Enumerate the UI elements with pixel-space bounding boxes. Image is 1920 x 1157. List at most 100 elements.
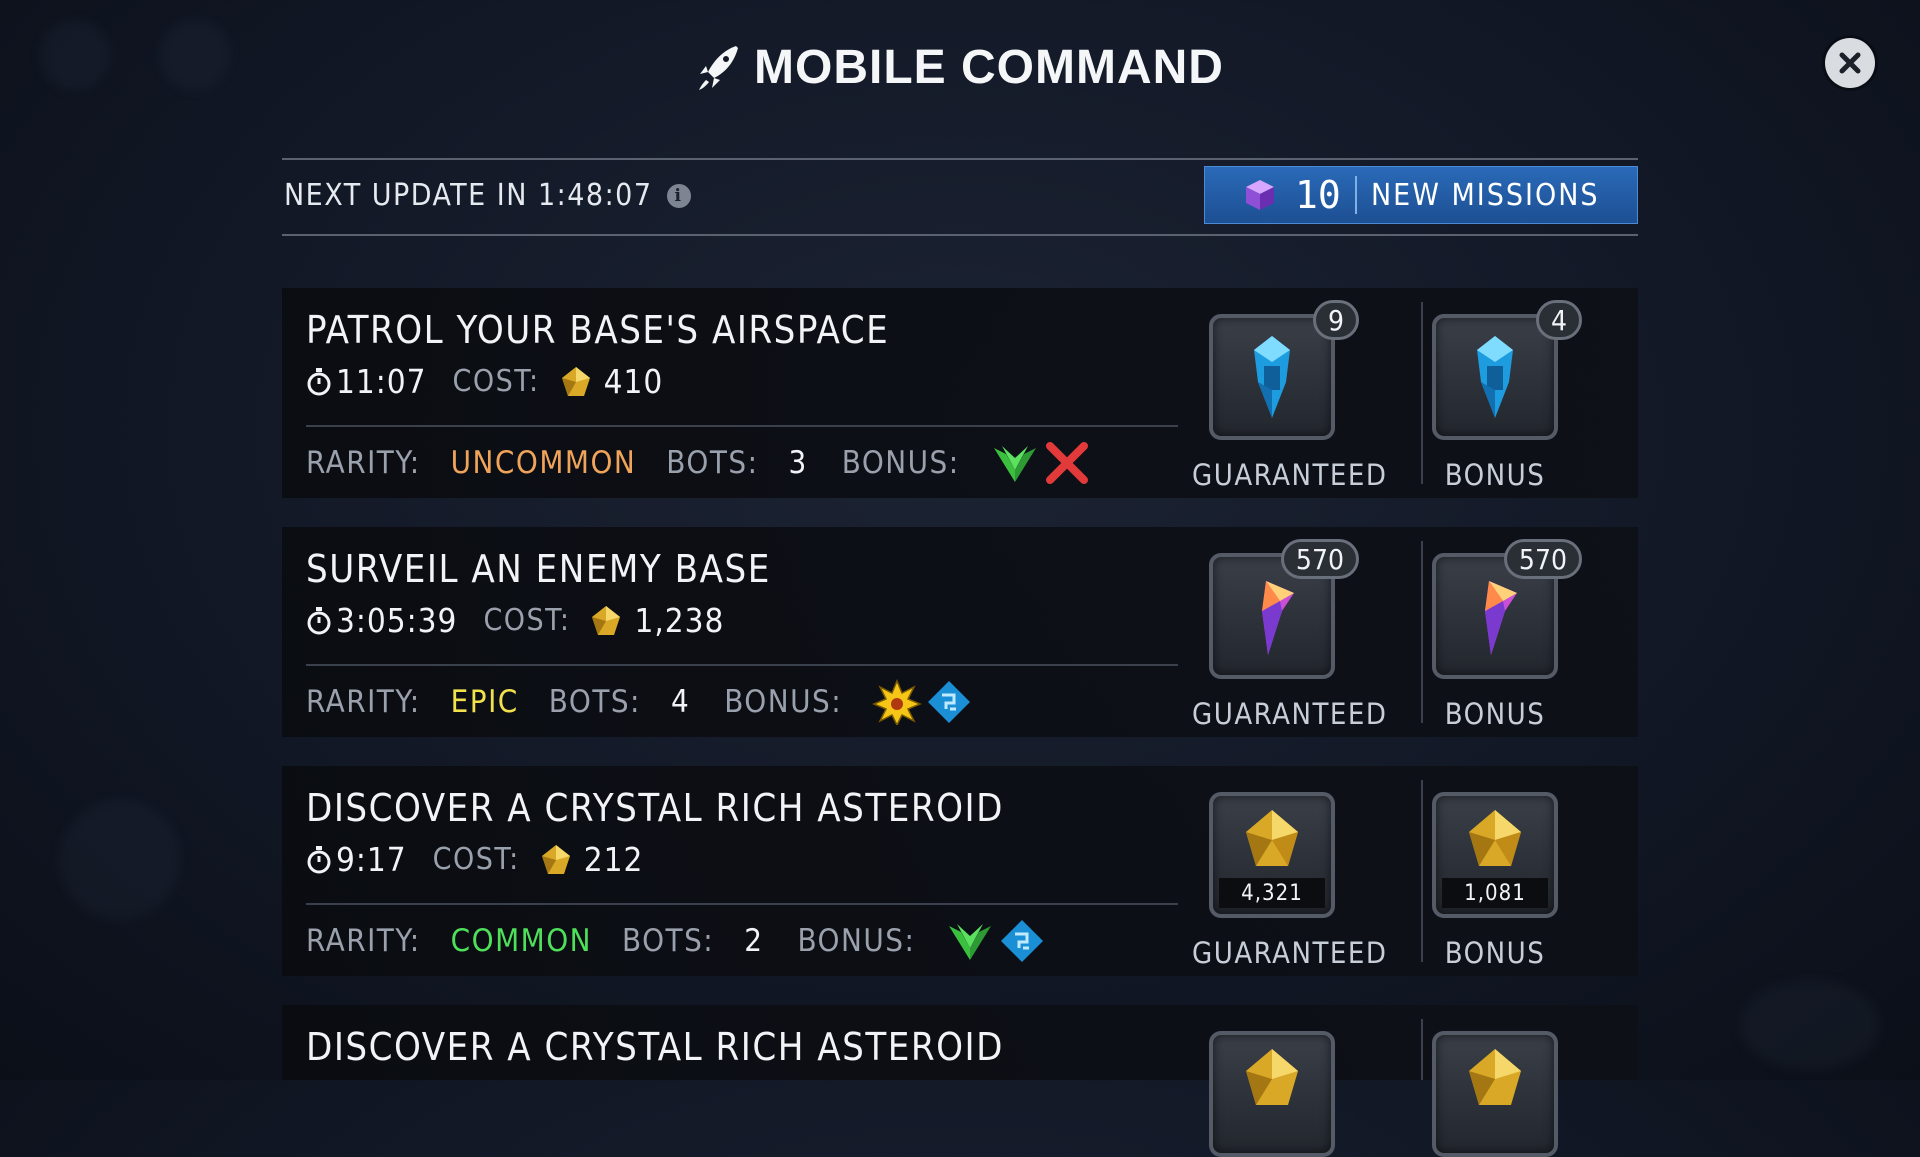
bots-label: BOTS: xyxy=(666,445,759,481)
mission-time: 3:05:39 xyxy=(336,601,458,640)
bonus-label: BONUS: xyxy=(797,923,916,959)
yellow-burst-icon xyxy=(872,679,923,725)
timer-icon xyxy=(307,367,331,395)
reward-quantity: 4,321 xyxy=(1219,878,1325,908)
reward-slot: 4,321 xyxy=(1209,792,1335,918)
green-wings-icon xyxy=(949,924,992,960)
gold-ore-icon xyxy=(1246,1049,1298,1105)
mission-stats: 11:07 COST: 410 xyxy=(306,362,663,401)
bonus-icons xyxy=(990,440,1092,486)
close-button[interactable] xyxy=(1825,38,1875,88)
mission-title: DISCOVER A CRYSTAL RICH ASTEROID xyxy=(306,1025,1004,1069)
guaranteed-label: GUARANTEED xyxy=(1192,697,1388,731)
reward-quantity: 1,081 xyxy=(1442,878,1548,908)
gold-ore-icon xyxy=(1246,810,1298,866)
reward-slot: 9 xyxy=(1209,300,1359,440)
missions-divider xyxy=(1355,176,1357,214)
guaranteed-reward[interactable] xyxy=(1192,1031,1352,1157)
card-divider xyxy=(306,903,1178,905)
next-update-text: NEXT UPDATE IN 1:48:07 xyxy=(284,178,653,213)
bots-label: BOTS: xyxy=(548,684,641,720)
blue-circuit-icon xyxy=(1001,920,1044,962)
reward-count: 4 xyxy=(1535,300,1582,340)
purple-cube-icon xyxy=(1246,180,1274,210)
new-missions-button[interactable]: 10 NEW MISSIONS xyxy=(1204,166,1638,224)
bots-value: 2 xyxy=(744,923,764,959)
blue-chip-icon xyxy=(1477,336,1513,418)
mission-cost: 1,238 xyxy=(634,601,725,640)
mission-time: 9:17 xyxy=(336,840,407,879)
bonus-reward-label: BONUS xyxy=(1444,697,1546,731)
green-wings-icon xyxy=(993,446,1036,482)
guaranteed-label: GUARANTEED xyxy=(1192,936,1388,970)
rarity-label: RARITY: xyxy=(306,923,421,959)
reward-slot: 570 xyxy=(1432,539,1582,679)
page-header: MOBILE COMMAND xyxy=(0,40,1920,95)
gold-ore-icon xyxy=(541,844,570,874)
close-icon xyxy=(1839,52,1861,74)
mission-meta: RARITY: UNCOMMON BOTS: 3 BONUS: xyxy=(306,440,1092,486)
blue-circuit-icon xyxy=(928,681,971,723)
bots-value: 4 xyxy=(670,684,691,720)
crystal-shard-icon xyxy=(1485,581,1517,655)
bonus-reward[interactable]: 570 BONUS xyxy=(1415,539,1582,731)
bonus-label: BONUS: xyxy=(724,684,843,720)
gold-ore-icon xyxy=(1469,1049,1521,1105)
bonus-reward[interactable]: 4 BONUS xyxy=(1415,300,1582,492)
bonus-icons xyxy=(945,918,1047,964)
bonus-reward-label: BONUS xyxy=(1444,936,1546,970)
rarity-label: RARITY: xyxy=(306,445,421,481)
cost-label: COST: xyxy=(432,842,520,877)
guaranteed-reward[interactable]: 4,321 GUARANTEED xyxy=(1192,792,1388,970)
bots-value: 3 xyxy=(788,445,808,481)
bonus-reward-label: BONUS xyxy=(1444,458,1546,492)
card-divider xyxy=(306,425,1178,427)
new-missions-label: NEW MISSIONS xyxy=(1371,177,1600,213)
rarity-label: RARITY: xyxy=(306,684,421,720)
red-x-icon xyxy=(1045,442,1088,484)
reward-count: 570 xyxy=(1503,539,1582,579)
mission-card[interactable]: DISCOVER A CRYSTAL RICH ASTEROID 9:17 CO… xyxy=(282,766,1638,976)
gold-ore-icon xyxy=(592,605,621,635)
mission-title: SURVEIL AN ENEMY BASE xyxy=(306,547,771,591)
card-divider xyxy=(306,664,1178,666)
reward-count: 570 xyxy=(1280,539,1359,579)
rarity-value: EPIC xyxy=(450,684,519,720)
mission-cost: 410 xyxy=(603,362,664,401)
timer-icon xyxy=(307,606,331,634)
gold-ore-icon xyxy=(1469,810,1521,866)
bots-label: BOTS: xyxy=(622,923,715,959)
info-icon[interactable]: i xyxy=(666,183,691,208)
update-bar: NEXT UPDATE IN 1:48:07 i 10 NEW MISSIONS xyxy=(282,158,1638,236)
mission-stats: 3:05:39 COST: 1,238 xyxy=(306,601,724,640)
guaranteed-label: GUARANTEED xyxy=(1192,458,1388,492)
reward-slot: 4 xyxy=(1432,300,1582,440)
reward-slot: 570 xyxy=(1209,539,1359,679)
reward-slot: 1,081 xyxy=(1432,792,1558,918)
mission-card[interactable]: PATROL YOUR BASE'S AIRSPACE 11:07 COST: … xyxy=(282,288,1638,498)
page-title: MOBILE COMMAND xyxy=(754,41,1224,94)
blue-chip-icon xyxy=(1254,336,1290,418)
bonus-reward[interactable]: 1,081 BONUS xyxy=(1415,792,1575,970)
mission-card[interactable]: DISCOVER A CRYSTAL RICH ASTEROID xyxy=(282,1005,1638,1157)
bonus-label: BONUS: xyxy=(841,445,960,481)
mission-stats: 9:17 COST: 212 xyxy=(306,840,643,879)
timer-icon xyxy=(307,845,331,873)
cost-label: COST: xyxy=(452,364,540,399)
mission-title: DISCOVER A CRYSTAL RICH ASTEROID xyxy=(306,786,1004,830)
rarity-value: UNCOMMON xyxy=(450,445,637,481)
background-decoration xyxy=(60,800,180,920)
mission-card[interactable]: SURVEIL AN ENEMY BASE 3:05:39 COST: 1,23… xyxy=(282,527,1638,737)
guaranteed-reward[interactable]: 570 GUARANTEED xyxy=(1192,539,1388,731)
gold-ore-icon xyxy=(561,366,590,396)
reward-slot xyxy=(1209,1031,1335,1157)
rarity-value: COMMON xyxy=(450,923,593,959)
background-decoration xyxy=(1740,980,1880,1070)
crystal-shard-icon xyxy=(1262,581,1294,655)
new-missions-count: 10 xyxy=(1295,173,1341,217)
mission-meta: RARITY: COMMON BOTS: 2 BONUS: xyxy=(306,918,1047,964)
mission-cost: 212 xyxy=(583,840,644,879)
mission-time: 11:07 xyxy=(336,362,427,401)
guaranteed-reward[interactable]: 9 GUARANTEED xyxy=(1192,300,1388,492)
bonus-reward[interactable] xyxy=(1415,1031,1575,1157)
